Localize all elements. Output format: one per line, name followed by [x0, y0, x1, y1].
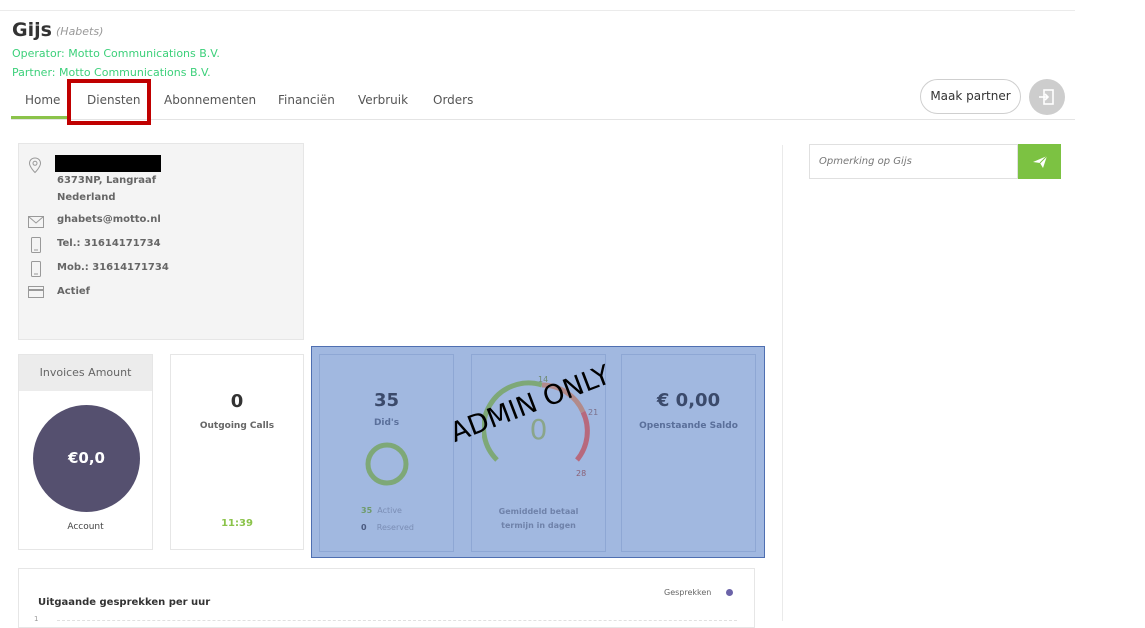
legend-dot-icon — [725, 589, 733, 596]
dids-card: 35 Did's 35 Active 0 Reserved — [319, 354, 454, 552]
dids-label: Did's — [373, 418, 400, 428]
tab-abonnementen[interactable]: Abonnementen — [164, 93, 256, 107]
logout-button[interactable] — [1029, 79, 1065, 115]
redacted-name — [55, 155, 161, 172]
logout-icon — [1039, 89, 1054, 105]
invoices-card: Invoices Amount €0,0 Account — [18, 354, 153, 550]
diensten-highlight-box — [67, 79, 151, 125]
outgoing-calls-time: 11:39 — [221, 518, 253, 529]
address-line-2: Nederland — [57, 192, 116, 203]
invoice-account-label: Account — [67, 522, 104, 532]
phone-icon — [31, 237, 41, 253]
account-status: Actief — [57, 286, 91, 297]
tab-orders[interactable]: Orders — [433, 93, 473, 107]
dids-reserved-label: Reserved — [376, 523, 414, 532]
credit-card-icon — [28, 286, 44, 298]
admin-only-region: 35 Did's 35 Active 0 Reserved 0 14 21 28… — [311, 346, 765, 558]
gauge-tick-28: 28 — [576, 469, 587, 478]
customer-surname: (Habets) — [56, 25, 104, 38]
mobile-icon — [31, 261, 41, 277]
envelope-icon — [28, 216, 44, 228]
chart-y-tick: 1 — [34, 615, 39, 623]
mobile-number: Mob.: 31614171734 — [57, 262, 169, 273]
calls-chart-title: Uitgaande gesprekken per uur — [38, 597, 211, 608]
invoice-amount-circle: €0,0 — [33, 405, 140, 512]
tab-financien[interactable]: Financiën — [278, 93, 335, 107]
dids-active: 35 Active — [361, 506, 402, 515]
contact-info-card: 6373NP, Langraaf Nederland ghabets@motto… — [18, 143, 304, 340]
send-remark-button[interactable] — [1018, 144, 1061, 179]
outgoing-calls-label: Outgoing Calls — [199, 421, 275, 431]
dids-active-label: Active — [377, 506, 402, 515]
outgoing-calls-card: 0 Outgoing Calls 11:39 — [170, 354, 304, 550]
customer-name: Gijs — [12, 19, 52, 41]
address-line-1: 6373NP, Langraaf — [57, 175, 157, 186]
outgoing-calls-count: 0 — [230, 391, 244, 412]
saldo-label: Openstaande Saldo — [639, 421, 738, 431]
dids-reserved-count: 0 — [361, 523, 367, 532]
dids-count: 35 — [373, 390, 400, 411]
maak-partner-button[interactable]: Maak partner — [920, 79, 1021, 114]
legend-label: Gesprekken — [664, 588, 712, 597]
tab-verbruik[interactable]: Verbruik — [358, 93, 408, 107]
tab-home[interactable]: Home — [25, 93, 60, 107]
payment-term-label-line1: Gemiddeld betaal — [498, 507, 579, 516]
saldo-card: € 0,00 Openstaande Saldo — [621, 354, 756, 552]
dids-active-count: 35 — [361, 506, 373, 515]
payment-term-label-line2: termijn in dagen — [501, 521, 576, 530]
dids-reserved: 0 Reserved — [361, 523, 414, 532]
partner-link[interactable]: Partner: Motto Communications B.V. — [12, 66, 211, 79]
email-address: ghabets@motto.nl — [57, 214, 161, 225]
payment-term-label: Gemiddeld betaal termijn in dagen — [472, 505, 605, 533]
calls-per-hour-card: Uitgaande gesprekken per uur Gesprekken … — [18, 568, 755, 628]
send-icon — [1032, 155, 1047, 168]
telephone-number: Tel.: 31614171734 — [57, 238, 161, 249]
location-pin-icon — [28, 157, 42, 174]
invoices-header: Invoices Amount — [19, 355, 152, 391]
top-divider — [0, 10, 1075, 11]
operator-link[interactable]: Operator: Motto Communications B.V. — [12, 47, 220, 60]
calls-chart-legend: Gesprekken — [664, 588, 733, 597]
gauge-tick-21: 21 — [588, 408, 599, 417]
column-divider — [782, 145, 783, 621]
tab-bar: Home Diensten Abonnementen Financiën Ver… — [11, 86, 1075, 120]
remark-input[interactable] — [809, 144, 1018, 179]
dids-donut — [365, 442, 409, 486]
saldo-amount: € 0,00 — [656, 390, 721, 411]
active-tab-indicator — [11, 116, 69, 119]
